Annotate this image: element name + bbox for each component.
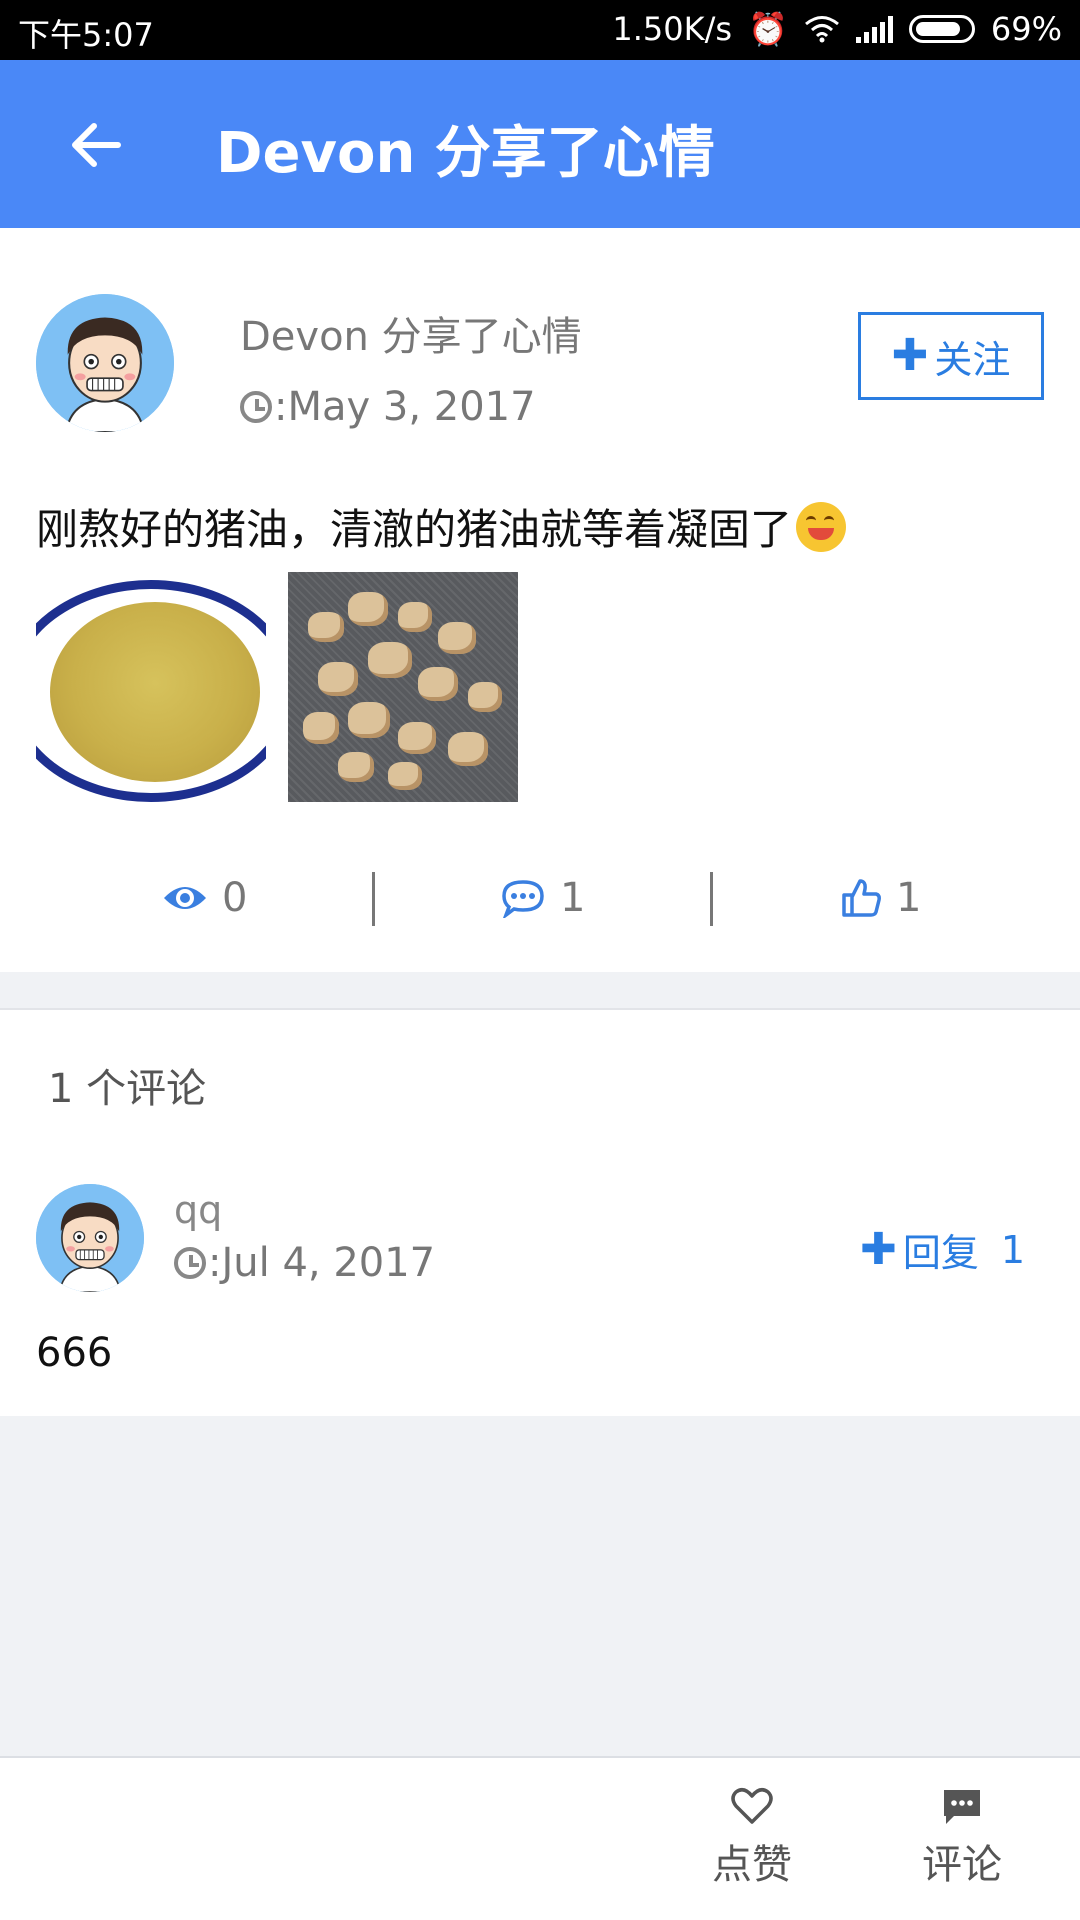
follow-button[interactable]: ✚ 关注 (858, 312, 1044, 400)
comment-text: 666 (36, 1330, 113, 1376)
likes-count: 1 (896, 875, 922, 921)
likes-stat[interactable]: 1 (840, 858, 921, 938)
commenter-avatar[interactable] (36, 1184, 144, 1292)
plus-icon: ✚ (891, 330, 929, 381)
status-time: 下午5:07 (18, 16, 154, 54)
post-stats: 0 1 1 (0, 858, 1080, 938)
like-label: 点赞 (712, 1842, 792, 1888)
post-date: :May 3, 2017 (240, 384, 536, 430)
follow-label: 关注 (934, 337, 1011, 382)
net-speed: 1.50K/s (612, 10, 733, 48)
comments-count: 1 (560, 875, 586, 921)
clock-icon (240, 391, 272, 423)
status-bar: 下午5:07 1.50K/s ⏰ 69% (0, 0, 1080, 60)
stats-divider (372, 872, 375, 926)
battery-icon (908, 15, 975, 43)
author-avatar[interactable] (36, 294, 174, 432)
post-text: 刚熬好的猪油，清澈的猪油就等着凝固了 (36, 496, 847, 557)
comments-stat[interactable]: 1 (500, 858, 585, 938)
comment-date-text: :Jul 4, 2017 (208, 1240, 436, 1286)
back-arrow-icon[interactable] (62, 110, 132, 180)
signal-icon (855, 15, 893, 43)
views-count: 0 (222, 875, 248, 921)
eye-icon (164, 887, 206, 909)
comment-button[interactable]: 评论 (902, 1786, 1022, 1890)
plus-icon: ✚ (860, 1223, 897, 1275)
stats-divider (710, 872, 713, 926)
clock-icon (174, 1247, 206, 1279)
comments-count-label: 1 个评论 (48, 1066, 207, 1112)
thumbs-up-icon (842, 879, 881, 917)
commenter-name: qq (174, 1188, 223, 1232)
post-card: Devon 分享了心情 :May 3, 2017 ✚ 关注 刚熬好的猪油，清澈的… (0, 228, 1080, 972)
views-stat[interactable]: 0 (162, 858, 247, 938)
reply-button[interactable]: ✚ 回复 1 (860, 1222, 1025, 1277)
post-text-content: 刚熬好的猪油，清澈的猪油就等着凝固了 (36, 505, 793, 554)
like-button[interactable]: 点赞 (692, 1786, 812, 1890)
post-photo-cracklings[interactable] (288, 572, 518, 802)
reply-label: 回复 (902, 1231, 979, 1275)
post-author-line: Devon 分享了心情 (240, 314, 582, 360)
chat-bubble-icon (502, 880, 544, 918)
page-title: Devon 分享了心情 (216, 121, 715, 186)
comment-date: :Jul 4, 2017 (174, 1240, 435, 1286)
app-bar: Devon 分享了心情 (0, 60, 1080, 228)
smile-emoji-icon (796, 501, 847, 552)
post-date-text: :May 3, 2017 (274, 384, 536, 430)
alarm-icon: ⏰ (748, 10, 788, 48)
reply-count: 1 (1000, 1227, 1026, 1272)
heart-icon (731, 1788, 773, 1824)
status-icons: 1.50K/s ⏰ 69% (612, 10, 1062, 48)
comment-label: 评论 (922, 1842, 1002, 1888)
comment-icon (944, 1790, 980, 1824)
bottom-action-bar: 点赞 评论 (0, 1756, 1080, 1920)
wifi-icon (804, 16, 839, 43)
comments-section: 1 个评论 qq :Jul 4, 2017 ✚ 回复 1 666 (0, 1008, 1080, 1416)
battery-percent: 69% (990, 10, 1062, 48)
post-photo-oil-bowl[interactable] (36, 572, 266, 802)
